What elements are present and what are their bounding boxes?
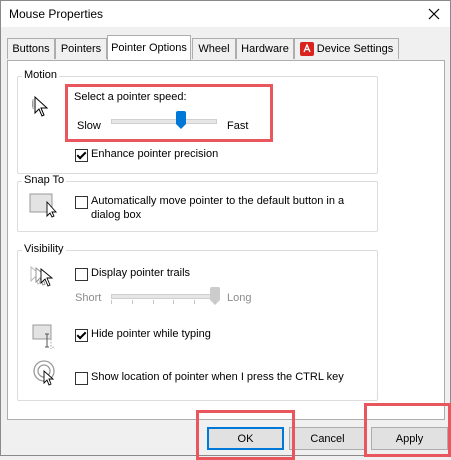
trail-short-label: Short bbox=[75, 292, 102, 304]
pointer-options-panel: Motion Select a pointer speed: Slow Fast… bbox=[7, 60, 445, 420]
tab-device-settings[interactable]: Device Settings bbox=[294, 38, 399, 59]
cancel-button[interactable]: Cancel bbox=[289, 427, 366, 450]
pointer-trails-checkbox[interactable] bbox=[75, 268, 88, 281]
tab-wheel[interactable]: Wheel bbox=[192, 38, 236, 59]
slow-label: Slow bbox=[77, 120, 101, 132]
tab-hardware[interactable]: Hardware bbox=[236, 38, 294, 59]
trail-long-label: Long bbox=[227, 292, 252, 304]
trail-length-track[interactable] bbox=[111, 294, 217, 299]
pointer-speed-track[interactable] bbox=[111, 119, 217, 124]
snap-to-label-line2: dialog box bbox=[91, 209, 142, 221]
hide-pointer-icon bbox=[32, 324, 55, 349]
trail-tick bbox=[215, 300, 216, 304]
tab-pointers[interactable]: Pointers bbox=[55, 38, 107, 59]
mouse-properties-window: Mouse Properties Buttons Pointers Pointe… bbox=[0, 0, 451, 460]
ok-button[interactable]: OK bbox=[207, 427, 284, 450]
enhance-precision-checkbox[interactable] bbox=[75, 149, 88, 162]
fast-label: Fast bbox=[227, 120, 249, 132]
snap-to-checkbox[interactable] bbox=[75, 196, 88, 209]
snap-to-group-label: Snap To bbox=[22, 174, 67, 186]
trail-tick bbox=[131, 300, 133, 304]
pointer-trails-label: Display pointer trails bbox=[91, 267, 191, 279]
snap-to-icon bbox=[29, 193, 58, 218]
close-icon bbox=[428, 8, 440, 20]
visibility-group-label: Visibility bbox=[22, 243, 66, 255]
show-location-label: Show location of pointer when I press th… bbox=[91, 371, 344, 383]
trail-tick bbox=[152, 300, 154, 304]
show-location-icon bbox=[33, 360, 55, 386]
motion-group-label: Motion bbox=[22, 69, 60, 81]
pointer-speed-label: Select a pointer speed: bbox=[74, 91, 187, 103]
device-settings-icon bbox=[299, 42, 314, 56]
close-button[interactable] bbox=[418, 1, 450, 27]
window-title: Mouse Properties bbox=[9, 7, 104, 21]
hide-pointer-checkbox[interactable] bbox=[75, 329, 88, 342]
show-location-checkbox[interactable] bbox=[75, 372, 88, 385]
pointer-speed-slider-thumb[interactable] bbox=[175, 111, 186, 129]
snap-to-label-line1: Automatically move pointer to the defaul… bbox=[91, 195, 345, 207]
pointer-speed-icon bbox=[32, 95, 49, 117]
trail-tick bbox=[111, 300, 112, 304]
tab-buttons[interactable]: Buttons bbox=[7, 38, 55, 59]
hide-pointer-label: Hide pointer while typing bbox=[91, 328, 211, 340]
apply-button[interactable]: Apply bbox=[371, 427, 448, 450]
title-bar: Mouse Properties bbox=[1, 1, 450, 27]
pointer-trails-icon bbox=[30, 266, 54, 287]
trail-tick bbox=[194, 300, 196, 304]
tab-pointer-options[interactable]: Pointer Options bbox=[107, 35, 191, 60]
enhance-precision-label: Enhance pointer precision bbox=[91, 148, 219, 160]
trail-tick bbox=[173, 300, 175, 304]
